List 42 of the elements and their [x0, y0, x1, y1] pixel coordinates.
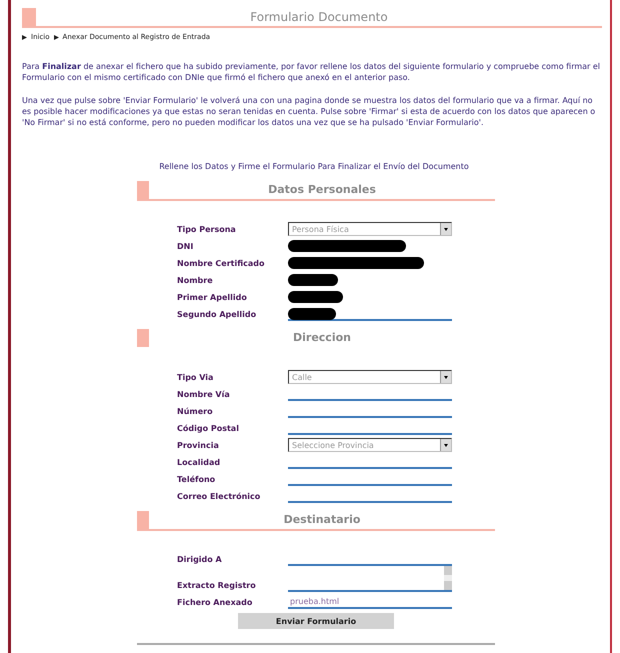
select-field[interactable]: Seleccione Provincia — [288, 438, 452, 452]
field-label: DNI — [177, 242, 194, 253]
field-label: Tipo Via — [177, 373, 214, 384]
field-label: Fichero Anexado — [177, 598, 254, 609]
section-marker — [137, 511, 149, 529]
redaction-bar — [288, 274, 338, 286]
field-label: Nombre Vía — [177, 390, 231, 401]
field-label: Código Postal — [177, 424, 240, 435]
field-label: Localidad — [177, 458, 222, 469]
select-field[interactable]: Calle — [288, 370, 452, 384]
arrow-icon — [54, 34, 59, 40]
field-label: Segundo Apellido — [177, 310, 258, 321]
redaction-bar — [288, 290, 343, 302]
field-label: Nombre — [177, 276, 214, 287]
arrow-icon — [22, 34, 27, 40]
form-instruction: Rellene los Datos y Firme el Formulario Para Finalizar el Envío del Documento — [158, 162, 470, 171]
field-label: Extracto Registro — [177, 581, 257, 592]
scrollbar-icon[interactable] — [444, 566, 452, 590]
text-area[interactable] — [288, 566, 452, 592]
select-field[interactable]: Persona Física — [288, 222, 452, 236]
field-label: Teléfono — [177, 475, 216, 486]
section-title: Datos Personales — [267, 182, 377, 198]
page-title: Formulario Documento — [249, 9, 389, 26]
field-label: Correo Electrónico — [177, 492, 262, 503]
section-marker — [137, 329, 149, 347]
dropdown-icon[interactable] — [440, 371, 451, 383]
field-label: Número — [177, 407, 214, 418]
section-marker — [137, 181, 149, 199]
dropdown-icon[interactable] — [440, 223, 451, 235]
field-label: Provincia — [177, 441, 220, 452]
intro-paragraph: Para Finalizar de anexar el fichero que ha subido previamente, por favor rellene los datos del siguiente formulario y compruebe como firmar el Formulario con el mismo certificado con DNIe que firmó el fichero que anexó en el anterior paso. — [22, 61, 602, 83]
field-label: Tipo Persona — [177, 225, 237, 236]
redaction-bar — [288, 308, 336, 320]
section-title: Destinatario — [282, 512, 362, 528]
dropdown-icon[interactable] — [440, 439, 451, 451]
submit-button[interactable]: Enviar Formulario — [238, 613, 394, 629]
input-field[interactable]: prueba.html — [288, 596, 452, 609]
field-label: Primer Apellido — [177, 293, 248, 304]
field-label: Nombre Certificado — [177, 259, 266, 270]
section-title: Direccion — [292, 330, 352, 346]
field-label: Dirigido A — [177, 555, 223, 566]
intro-paragraph: Una vez que pulse sobre 'Enviar Formulario' le volverá una con una pagina donde se muestra los datos del formulario que va a firmar. Aquí no es posible hacer modificaciones ya que estas no seran tenidas en cuenta. Pulse sobre 'Firmar' si esta de acuerdo con los datos que aparecen o 'No Firmar' si no está conforme, pero no pueden modificar los datos una vez que se ha pulsado 'Enviar Formulario'. — [22, 95, 596, 128]
